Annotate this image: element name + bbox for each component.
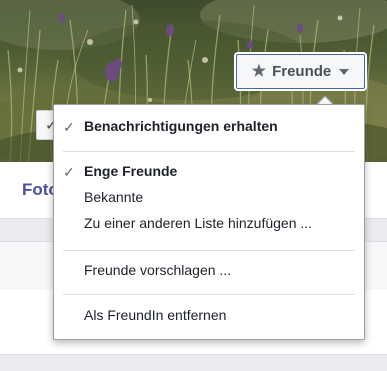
menu-item-acquaintances[interactable]: Bekannte [84, 189, 143, 205]
friends-dropdown-menu: ✓ Benachrichtigungen erhalten ✓ Enge Fre… [53, 104, 365, 340]
menu-item-suggest-friends[interactable]: Freunde vorschlagen ... [84, 262, 231, 278]
check-icon: ✓ [63, 164, 75, 180]
friends-dropdown-button[interactable]: ★ Freunde [236, 54, 365, 89]
menu-separator [63, 294, 355, 295]
profile-page: ✓ ★ Freunde Fotos ✓ Benachrichtigungen e… [0, 0, 387, 371]
star-icon: ★ [251, 62, 267, 80]
menu-item-close-friends[interactable]: Enge Freunde [84, 163, 177, 179]
friends-button-label: Freunde [272, 63, 332, 80]
menu-separator [63, 250, 355, 251]
menu-item-get-notifications[interactable]: Benachrichtigungen erhalten [84, 118, 278, 134]
menu-separator [63, 151, 355, 152]
caret-down-icon [339, 68, 350, 75]
check-icon: ✓ [63, 119, 75, 135]
menu-item-add-to-list[interactable]: Zu einer anderen Liste hinzufügen ... [84, 215, 312, 231]
menu-item-unfriend[interactable]: Als FreundIn entfernen [84, 307, 226, 323]
